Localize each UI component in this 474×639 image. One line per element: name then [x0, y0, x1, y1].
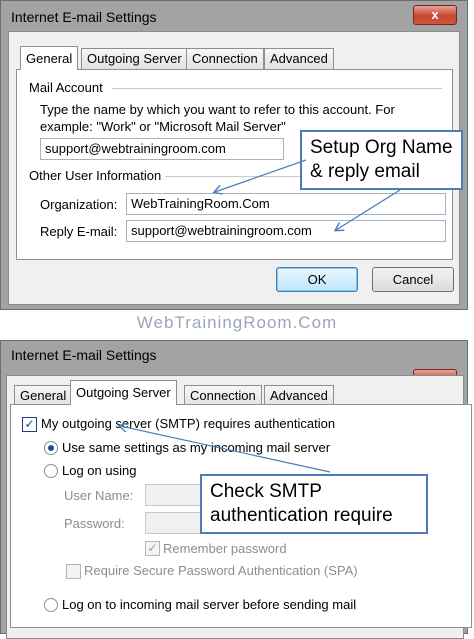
spa-label: Require Secure Password Authentication (… [84, 563, 358, 578]
log-on-incoming-label: Log on to incoming mail server before se… [62, 597, 357, 612]
password-label: Password: [64, 516, 125, 531]
bottom-callout-arrows [0, 400, 331, 473]
log-on-incoming-radio[interactable] [44, 598, 58, 612]
top-tab-general[interactable]: General [20, 46, 79, 70]
arrow-to-reply-email [336, 189, 401, 230]
remember-password-checkbox[interactable]: ✓ [145, 541, 160, 556]
remember-password-label: Remember password [163, 541, 287, 556]
arrow-to-organization [215, 159, 307, 192]
bottom-callout-line-2: authentication require [210, 505, 393, 526]
bottom-dialog-title: Internet E-mail Settings [11, 347, 157, 363]
spa-checkbox[interactable] [66, 564, 81, 579]
arrow-to-smtp-auth [120, 426, 331, 473]
watermark: WebTrainingRoom.Com [136, 313, 338, 332]
bottom-tab-outgoing-server[interactable]: Outgoing Server [70, 380, 177, 405]
